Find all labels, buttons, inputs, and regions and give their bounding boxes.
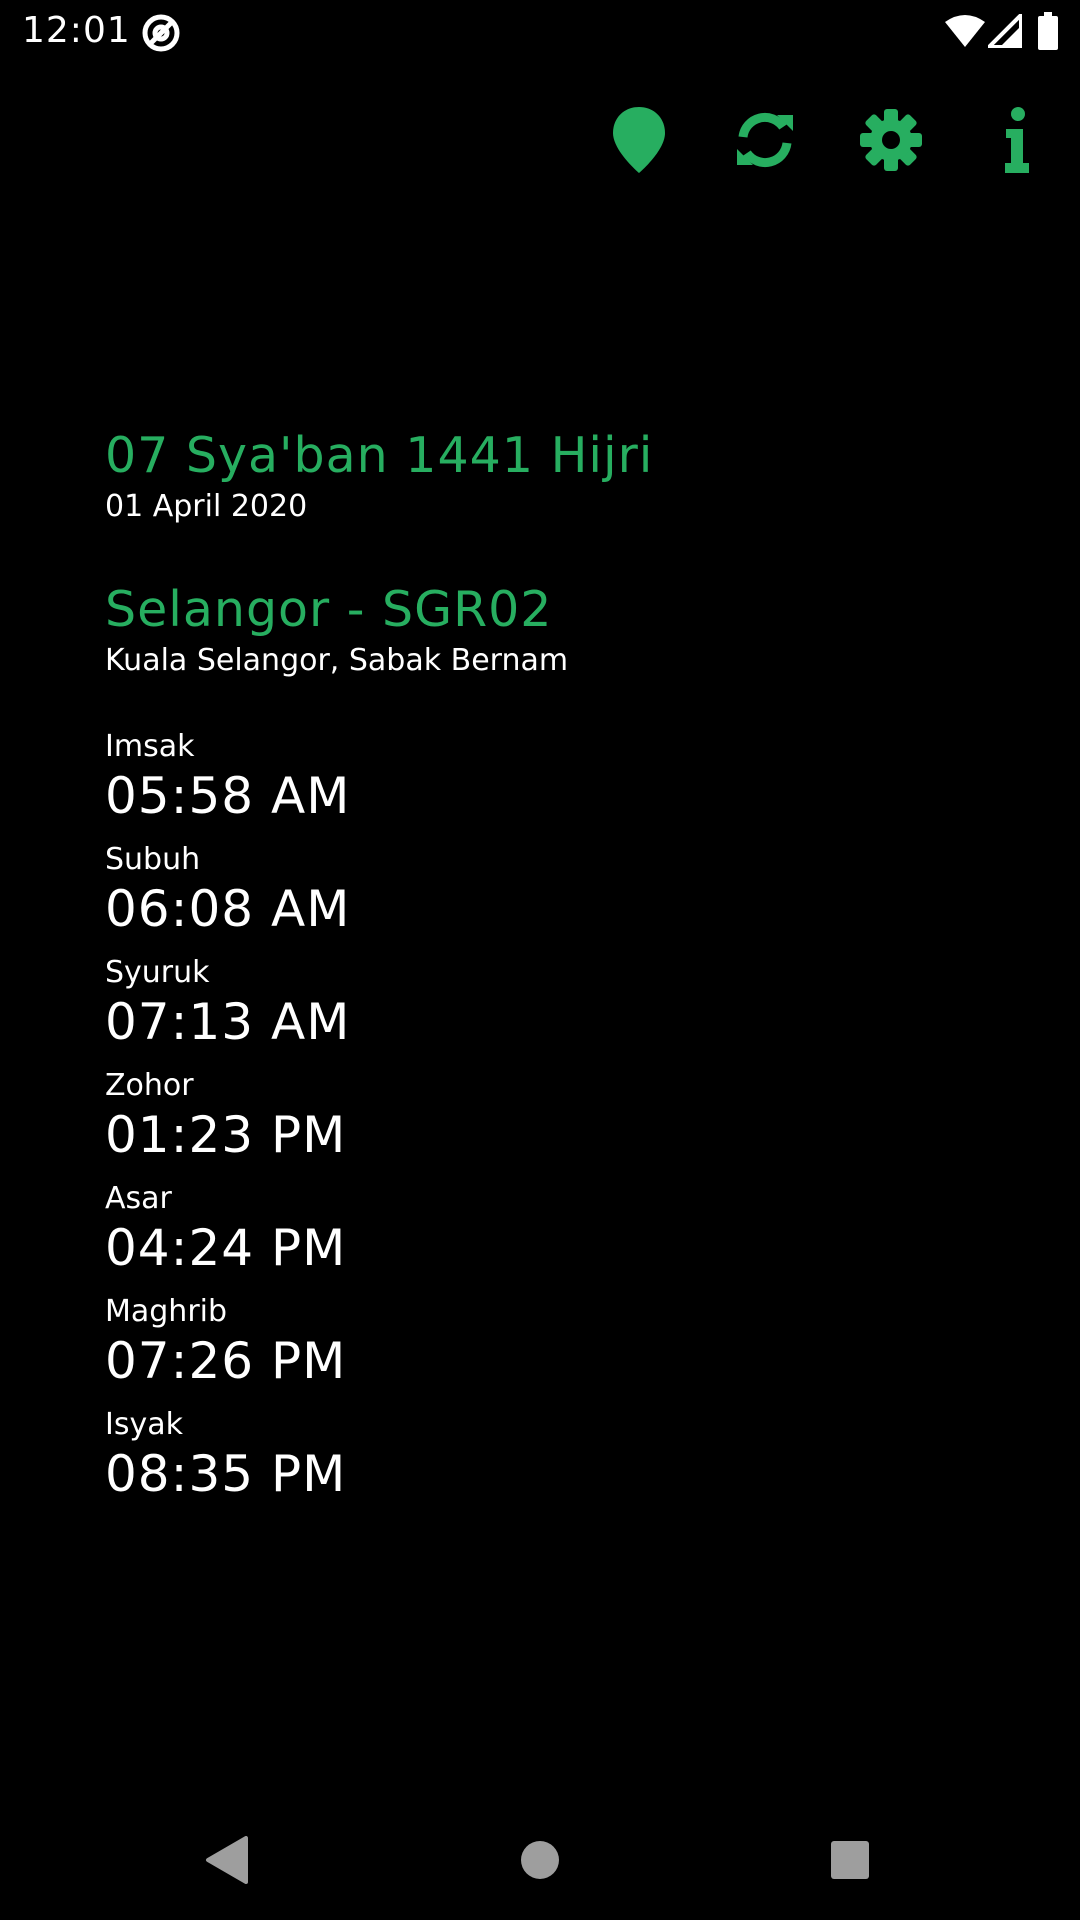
prayer-item-syuruk: Syuruk 07:13 AM: [105, 955, 1005, 1068]
info-icon: [1005, 107, 1029, 173]
signal-icon: [988, 14, 1022, 48]
prayer-time: 07:26 PM: [105, 1332, 347, 1390]
at-sign-icon: [142, 14, 180, 52]
prayer-time: 07:13 AM: [105, 993, 351, 1051]
zone-title: Selangor - SGR02: [105, 581, 553, 638]
prayer-name: Maghrib: [105, 1294, 228, 1329]
prayer-name: Isyak: [105, 1407, 183, 1442]
prayer-time: 05:58 AM: [105, 767, 351, 825]
back-button[interactable]: [186, 1820, 266, 1900]
prayer-item-subuh: Subuh 06:08 AM: [105, 842, 1005, 955]
refresh-button[interactable]: [720, 100, 810, 180]
zone-areas: Kuala Selangor, Sabak Bernam: [105, 643, 569, 678]
refresh-icon: [737, 113, 793, 167]
gregorian-date: 01 April 2020: [105, 489, 308, 524]
prayer-list: Imsak 05:58 AM Subuh 06:08 AM Syuruk 07:…: [105, 729, 1005, 1520]
battery-icon: [1038, 12, 1058, 50]
status-bar: 12:01: [0, 0, 1080, 62]
location-pin-icon: [613, 107, 665, 173]
prayer-item-zohor: Zohor 01:23 PM: [105, 1068, 1005, 1181]
hijri-date: 07 Sya'ban 1441 Hijri: [105, 427, 654, 484]
prayer-name: Subuh: [105, 842, 201, 877]
status-time: 12:01: [22, 10, 131, 51]
location-button[interactable]: [594, 100, 684, 180]
settings-gear-icon: [860, 109, 922, 171]
prayer-item-asar: Asar 04:24 PM: [105, 1181, 1005, 1294]
prayer-name: Asar: [105, 1181, 172, 1216]
recents-button[interactable]: [810, 1820, 890, 1900]
prayer-item-isyak: Isyak 08:35 PM: [105, 1407, 1005, 1520]
prayer-name: Zohor: [105, 1068, 194, 1103]
settings-button[interactable]: [846, 100, 936, 180]
prayer-time: 06:08 AM: [105, 880, 351, 938]
home-icon: [521, 1841, 559, 1879]
wifi-icon: [945, 15, 985, 47]
info-button[interactable]: [972, 100, 1062, 180]
back-icon: [206, 1836, 248, 1884]
prayer-time: 08:35 PM: [105, 1445, 347, 1503]
prayer-item-maghrib: Maghrib 07:26 PM: [105, 1294, 1005, 1407]
navigation-bar: [0, 1800, 1080, 1920]
prayer-time: 04:24 PM: [105, 1219, 347, 1277]
prayer-name: Syuruk: [105, 955, 210, 990]
home-button[interactable]: [500, 1820, 580, 1900]
prayer-times-panel: 07 Sya'ban 1441 Hijri 01 April 2020 Sela…: [105, 425, 1005, 1520]
prayer-name: Imsak: [105, 729, 195, 764]
prayer-item-imsak: Imsak 05:58 AM: [105, 729, 1005, 842]
recents-icon: [831, 1841, 869, 1879]
prayer-time: 01:23 PM: [105, 1106, 347, 1164]
